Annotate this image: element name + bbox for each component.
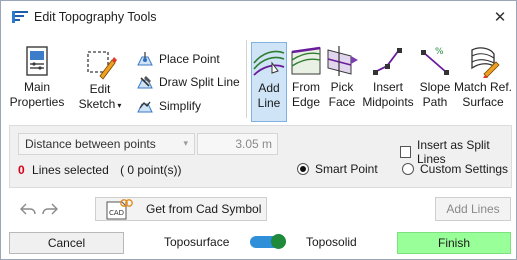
simplify-icon <box>137 101 153 113</box>
insert-midpoints-label-1: Insert <box>372 80 403 94</box>
selected-points-text: ( 0 point(s)) <box>120 163 182 177</box>
footer: Cancel Toposurface Toposolid Finish <box>1 227 516 259</box>
slope-path-icon: % <box>421 47 449 75</box>
redo-arrow-icon[interactable] <box>41 201 59 217</box>
match-surface-icon <box>471 47 500 78</box>
from-edge-button[interactable]: From Edge <box>289 44 323 110</box>
selection-status: 0 Lines selected ( 0 point(s)) <box>18 163 181 177</box>
mode-select[interactable]: Distance between points ▾ <box>18 133 195 155</box>
distance-input[interactable]: 3.05 m <box>197 133 278 155</box>
toolbar: Main Properties Edit Sketch ▾ Place Point <box>1 34 516 122</box>
topo-mode-toggle[interactable] <box>250 234 286 249</box>
toposolid-label: Toposolid <box>306 235 357 249</box>
app-logo-icon <box>12 11 28 23</box>
place-point-label: Place Point <box>159 52 220 66</box>
slope-path-label-1: Slope <box>419 80 451 94</box>
main-properties-label-2: Properties <box>9 95 65 109</box>
finish-button[interactable]: Finish <box>397 232 511 254</box>
pick-face-label-1: Pick <box>330 80 354 94</box>
pick-face-icon <box>327 46 358 76</box>
selected-lines-count: 0 <box>18 163 25 177</box>
undo-arrow-icon[interactable] <box>19 201 37 217</box>
insert-midpoints-label-2: Midpoints <box>362 95 414 109</box>
main-properties-label-1: Main <box>23 80 50 94</box>
from-edge-label-1: From <box>292 80 320 94</box>
custom-settings-radio[interactable]: Custom Settings <box>402 162 508 176</box>
action-row: CAD Get from Cad Symbol Add Lines <box>1 194 516 224</box>
place-point-icon <box>137 52 153 66</box>
chevron-down-icon: ▾ <box>117 101 122 110</box>
match-ref-surface-label-1: Match Ref. <box>453 80 513 94</box>
slope-path-button[interactable]: % Slope Path <box>417 44 453 110</box>
cad-link-icon: CAD <box>106 199 133 220</box>
chevron-down-icon: ▾ <box>183 138 188 148</box>
smart-point-radio[interactable]: Smart Point <box>297 162 378 176</box>
smart-point-label: Smart Point <box>315 162 378 176</box>
toolbar-separator <box>246 40 247 118</box>
mode-select-value: Distance between points <box>25 137 156 151</box>
edit-sketch-label-2: Sketch <box>78 97 116 111</box>
edit-sketch-button[interactable]: Edit Sketch ▾ <box>73 46 127 113</box>
get-from-cad-symbol-label: Get from Cad Symbol <box>146 202 262 216</box>
place-point-button[interactable]: Place Point <box>136 49 220 69</box>
window-title: Edit Topography Tools <box>34 10 157 24</box>
title-bar: Edit Topography Tools ✕ <box>1 1 516 33</box>
toggle-knob <box>271 234 286 249</box>
simplify-label: Simplify <box>159 99 202 113</box>
insert-midpoints-button[interactable]: Insert Midpoints <box>359 44 417 110</box>
pick-face-label-2: Face <box>328 95 356 109</box>
toposurface-label: Toposurface <box>164 235 230 249</box>
add-line-button[interactable]: Add Line <box>251 42 287 122</box>
options-panel: Distance between points ▾ 3.05 m Insert … <box>9 125 512 188</box>
from-edge-icon <box>291 46 321 75</box>
match-ref-surface-button[interactable]: Match Ref. Surface <box>453 44 513 110</box>
edit-sketch-label-row: Sketch ▾ <box>79 97 122 113</box>
custom-settings-radio-dot[interactable] <box>402 163 414 175</box>
svg-text:%: % <box>435 47 444 57</box>
checkbox-box[interactable] <box>400 146 411 158</box>
add-line-label-1: Add <box>258 81 280 95</box>
edit-topography-dialog: Edit Topography Tools ✕ Main Properties <box>0 0 517 260</box>
pick-face-button[interactable]: Pick Face <box>325 44 359 110</box>
add-lines-button[interactable]: Add Lines <box>435 197 511 221</box>
match-ref-surface-label-2: Surface <box>462 95 504 109</box>
slope-path-label-2: Path <box>422 95 448 109</box>
simplify-button[interactable]: Simplify <box>136 96 201 116</box>
properties-icon <box>26 46 48 76</box>
draw-split-line-label: Draw Split Line <box>159 75 240 89</box>
cad-icon-text: CAD <box>109 209 124 217</box>
split-line-icon <box>137 76 153 89</box>
get-from-cad-symbol-button[interactable]: CAD Get from Cad Symbol <box>95 197 267 221</box>
close-icon: ✕ <box>493 9 507 26</box>
edit-sketch-icon <box>87 51 117 80</box>
draw-split-line-button[interactable]: Draw Split Line <box>136 72 240 92</box>
insert-midpoints-icon <box>373 48 402 75</box>
custom-settings-label: Custom Settings <box>420 162 509 176</box>
main-properties-button[interactable]: Main Properties <box>7 44 67 110</box>
close-button[interactable]: ✕ <box>490 7 510 27</box>
from-edge-label-2: Edge <box>291 95 321 109</box>
add-line-icon <box>253 50 285 76</box>
cancel-button[interactable]: Cancel <box>9 232 124 254</box>
add-line-label-2: Line <box>257 96 281 110</box>
selected-lines-text: Lines selected <box>32 163 109 177</box>
edit-sketch-label-1: Edit <box>89 82 111 96</box>
smart-point-radio-dot[interactable] <box>297 163 309 175</box>
